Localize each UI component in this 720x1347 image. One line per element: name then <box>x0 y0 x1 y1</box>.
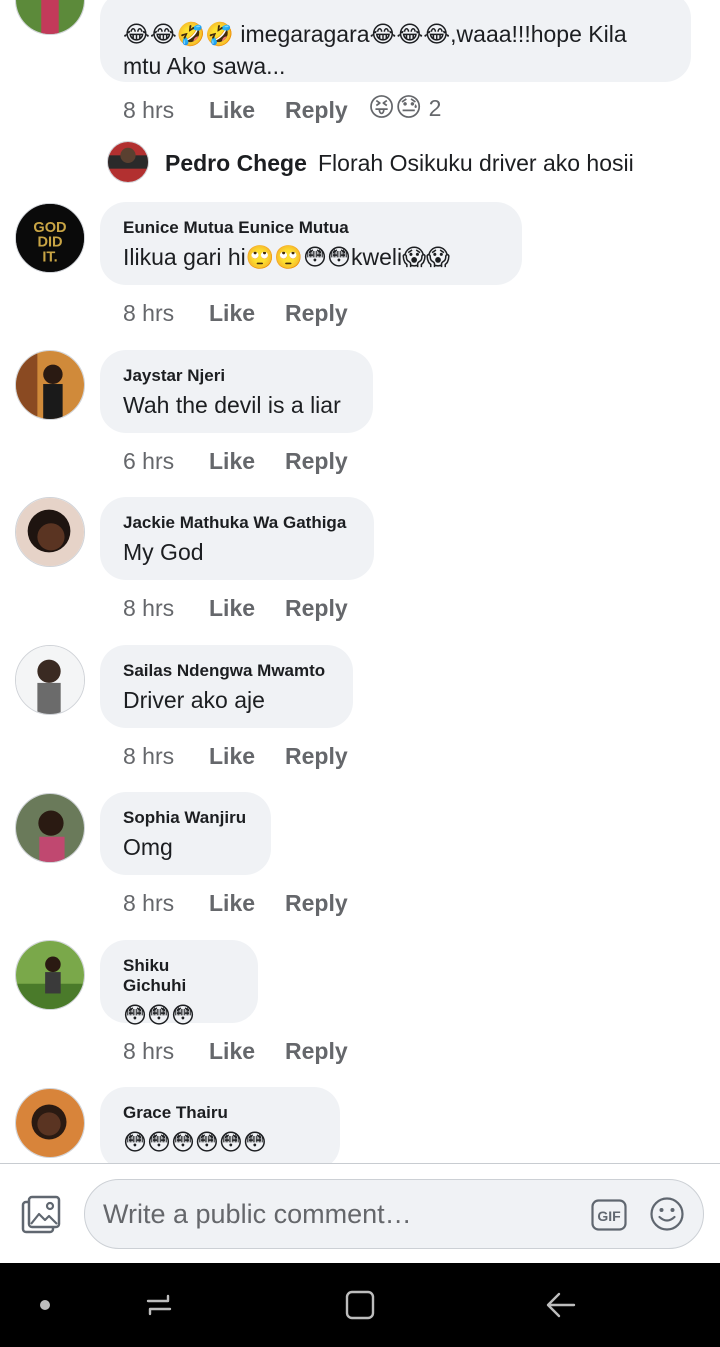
like-button[interactable]: Like <box>209 298 255 328</box>
comment-actions: 6 hrs Like Reply <box>123 446 378 476</box>
comment-text: Driver ako aje <box>123 687 265 713</box>
comment-text: 😳😳😳😳😳😳 <box>123 1129 267 1155</box>
comment-bubble[interactable]: Eunice Mutua Eunice Mutua Ilikua gari hi… <box>100 202 522 285</box>
avatar[interactable] <box>15 940 85 1010</box>
comment-author[interactable]: Jackie Mathuka Wa Gathiga <box>123 513 352 533</box>
comment-author[interactable]: Shiku Gichuhi <box>123 956 236 996</box>
comment-text: Omg <box>123 834 173 860</box>
comment-input-container[interactable]: GIF <box>84 1179 704 1249</box>
comment-timestamp: 8 hrs <box>123 97 175 123</box>
system-navigation-bar <box>0 1263 720 1347</box>
avatar[interactable] <box>15 793 85 863</box>
reply-button[interactable]: Reply <box>285 298 348 328</box>
avatar-logo-line: DID <box>37 235 62 251</box>
like-button[interactable]: Like <box>209 741 255 771</box>
comment-timestamp: 8 hrs <box>123 595 175 621</box>
avatar[interactable] <box>107 141 149 183</box>
comment-bubble[interactable]: Shiku Gichuhi 😳😳😳 <box>100 940 258 1028</box>
reply-button[interactable]: Reply <box>285 95 348 125</box>
avatar[interactable] <box>15 1088 85 1158</box>
avatar-logo-line: IT. <box>42 249 57 265</box>
like-button[interactable]: Like <box>209 888 255 918</box>
comment-timestamp: 8 hrs <box>123 1038 175 1064</box>
comment-text: Wah the devil is a liar <box>123 392 341 418</box>
comment-input[interactable] <box>103 1190 573 1238</box>
reply-button[interactable]: Reply <box>285 593 348 623</box>
comment-actions: 8 hrs Like Reply <box>123 593 378 623</box>
comment-bubble[interactable]: Jackie Mathuka Wa Gathiga My God <box>100 497 374 580</box>
comment-text: 😂😂🤣🤣 imegaragara😂😂😂,waaa!!!hope Kila mtu… <box>123 21 627 79</box>
reply-button[interactable]: Reply <box>285 888 348 918</box>
reaction-summary[interactable]: 😝😓 2 <box>368 90 441 124</box>
comment-bubble[interactable]: Sophia Wanjiru Omg <box>100 792 271 875</box>
avatar[interactable] <box>15 645 85 715</box>
comment-composer: GIF <box>0 1163 720 1263</box>
dot-icon[interactable] <box>25 1285 65 1325</box>
like-button[interactable]: Like <box>209 446 255 476</box>
reaction-emojis: 😝😓 <box>368 92 423 122</box>
gif-icon[interactable]: GIF <box>591 1199 627 1231</box>
comment-timestamp: 6 hrs <box>123 448 175 474</box>
reply-text: Florah Osikuku driver ako hosii <box>318 150 634 176</box>
gif-label: GIF <box>597 1208 621 1224</box>
comment-author[interactable]: Sailas Ndengwa Mwamto <box>123 661 331 681</box>
avatar[interactable]: GOD DID IT. <box>15 203 85 273</box>
avatar[interactable] <box>15 350 85 420</box>
home-icon[interactable] <box>340 1285 380 1325</box>
comment-actions: 8 hrs Like Reply <box>123 298 378 328</box>
back-icon[interactable] <box>541 1285 581 1325</box>
avatar[interactable] <box>15 497 85 567</box>
comment-bubble[interactable]: Sailas Ndengwa Mwamto Driver ako aje <box>100 645 353 728</box>
comment-text: 😳😳😳 <box>123 1002 195 1028</box>
comment-timestamp: 8 hrs <box>123 743 175 769</box>
reply-button[interactable]: Reply <box>285 1036 348 1066</box>
comment-author[interactable]: Grace Thairu <box>123 1103 318 1123</box>
comment-actions: 8 hrs Like Reply <box>123 888 378 918</box>
comment-text: My God <box>123 539 204 565</box>
comment-bubble[interactable]: Grace Thairu 😳😳😳😳😳😳 <box>100 1087 340 1163</box>
comment-author[interactable]: Sophia Wanjiru <box>123 808 249 828</box>
comment-timestamp: 8 hrs <box>123 300 175 326</box>
reply-button[interactable]: Reply <box>285 741 348 771</box>
photo-icon[interactable] <box>20 1194 62 1236</box>
avatar[interactable] <box>15 0 85 35</box>
reaction-count: 2 <box>428 95 442 121</box>
comment-timestamp: 8 hrs <box>123 890 175 916</box>
like-button[interactable]: Like <box>209 1036 255 1066</box>
comments-list[interactable]: 😂😂🤣🤣 imegaragara😂😂😂,waaa!!!hope Kila mtu… <box>0 0 720 1163</box>
like-button[interactable]: Like <box>209 593 255 623</box>
comment-actions: 8 hrs Like Reply <box>123 95 378 125</box>
comment-text: Ilikua gari hi🙄🙄😳😳kweli😱😱 <box>123 244 451 270</box>
comment-author[interactable]: Eunice Mutua Eunice Mutua <box>123 218 500 238</box>
comment-author[interactable]: Jaystar Njeri <box>123 366 351 386</box>
reply-button[interactable]: Reply <box>285 446 348 476</box>
recent-apps-icon[interactable] <box>139 1285 179 1325</box>
like-button[interactable]: Like <box>209 95 255 125</box>
avatar-logo-line: GOD <box>33 220 66 236</box>
smiley-icon[interactable] <box>649 1196 685 1232</box>
comment-actions: 8 hrs Like Reply <box>123 741 378 771</box>
reply-author[interactable]: Pedro Chege <box>165 150 307 176</box>
comment-actions: 8 hrs Like Reply <box>123 1036 378 1066</box>
comment-bubble[interactable]: 😂😂🤣🤣 imegaragara😂😂😂,waaa!!!hope Kila mtu… <box>100 0 691 82</box>
comment-bubble[interactable]: Jaystar Njeri Wah the devil is a liar <box>100 350 373 433</box>
